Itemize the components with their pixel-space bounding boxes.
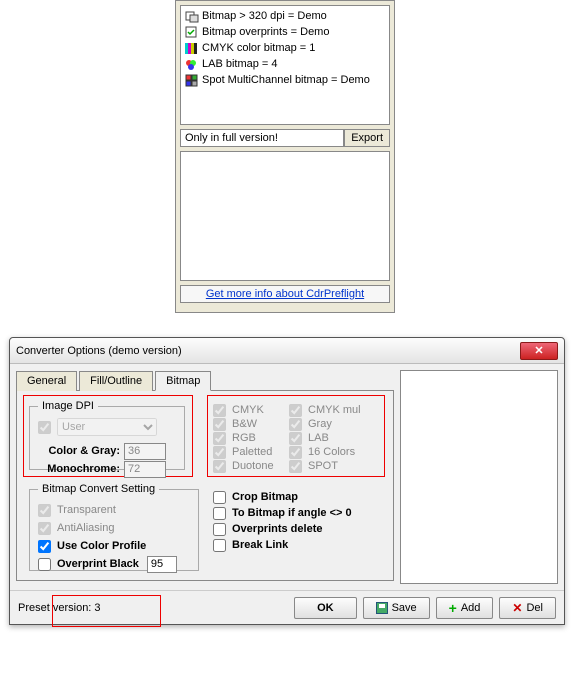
convert-setting-legend: Bitmap Convert Setting <box>38 483 159 495</box>
use-color-profile-checkbox[interactable] <box>38 540 51 553</box>
close-icon: ✕ <box>534 344 543 357</box>
colorspace-grid: CMYK CMYK mul B&W Gray RGB LAB Paletted … <box>213 403 373 473</box>
colors16-label: 16 Colors <box>308 446 355 458</box>
spot-checkbox[interactable] <box>289 460 302 473</box>
multichannel-icon <box>185 74 199 87</box>
del-button[interactable]: ✕Del <box>499 597 556 619</box>
overprints-delete-checkbox[interactable] <box>213 523 226 536</box>
overprint-black-checkbox[interactable] <box>38 558 51 571</box>
use-color-profile-label: Use Color Profile <box>57 540 146 552</box>
bw-label: B&W <box>232 418 257 430</box>
bitmap-right-options: Crop Bitmap To Bitmap if angle <> 0 Over… <box>213 489 352 553</box>
color-gray-field[interactable] <box>124 443 166 460</box>
list-item-label: Bitmap > 320 dpi = Demo <box>202 10 327 22</box>
gray-label: Gray <box>308 418 332 430</box>
overprints-delete-label: Overprints delete <box>232 523 322 535</box>
preview-area <box>400 370 558 584</box>
bitmap-resize-icon <box>185 10 199 23</box>
bitmap-convert-setting-group: Bitmap Convert Setting Transparent AntiA… <box>29 483 199 571</box>
lab-checkbox[interactable] <box>289 432 302 445</box>
list-item-label: Spot MultiChannel bitmap = Demo <box>202 74 370 86</box>
list-item-label: LAB bitmap = 4 <box>202 58 278 70</box>
color-gray-label: Color & Gray: <box>38 445 120 457</box>
export-button[interactable]: Export <box>344 129 390 147</box>
cmyk-mul-label: CMYK mul <box>308 404 361 416</box>
list-item[interactable]: CMYK color bitmap = 1 <box>185 40 385 56</box>
image-dpi-group: Image DPI User Color & Gray: Monochrome: <box>29 400 185 470</box>
more-info-link[interactable]: Get more info about CdrPreflight <box>206 288 364 300</box>
duotone-checkbox[interactable] <box>213 460 226 473</box>
cmyk-label: CMYK <box>232 404 264 416</box>
cmyk-checkbox[interactable] <box>213 404 226 417</box>
bitmap-tab-panel: Image DPI User Color & Gray: Monochrome: <box>16 391 394 581</box>
cmyk-swatch-icon <box>185 42 199 55</box>
lab-label: LAB <box>308 432 329 444</box>
monochrome-label: Monochrome: <box>38 463 120 475</box>
lab-swatch-icon <box>185 58 199 71</box>
overprint-black-label: Overprint Black <box>57 558 139 570</box>
list-item-label: Bitmap overprints = Demo <box>202 26 329 38</box>
break-link-checkbox[interactable] <box>213 539 226 552</box>
converter-options-dialog: Converter Options (demo version) ✕ Gener… <box>9 337 565 625</box>
colors16-checkbox[interactable] <box>289 446 302 459</box>
list-item[interactable]: Bitmap overprints = Demo <box>185 24 385 40</box>
dialog-footer: Preset version: 3 OK Save +Add ✕Del <box>10 590 564 624</box>
paletted-checkbox[interactable] <box>213 446 226 459</box>
export-preview-area <box>180 151 390 281</box>
info-link-row: Get more info about CdrPreflight <box>180 285 390 303</box>
to-bitmap-angle-label: To Bitmap if angle <> 0 <box>232 507 352 519</box>
antialiasing-label: AntiAliasing <box>57 522 114 534</box>
close-button[interactable]: ✕ <box>520 342 558 360</box>
tabs: General Fill/Outline Bitmap <box>16 370 394 391</box>
tab-bitmap[interactable]: Bitmap <box>155 371 211 391</box>
save-button[interactable]: Save <box>363 597 430 619</box>
to-bitmap-angle-checkbox[interactable] <box>213 507 226 520</box>
bitmap-link-icon <box>185 26 199 39</box>
bitmap-item-list: Bitmap > 320 dpi = Demo Bitmap overprint… <box>180 5 390 125</box>
add-button[interactable]: +Add <box>436 597 494 619</box>
titlebar[interactable]: Converter Options (demo version) ✕ <box>10 338 564 364</box>
transparent-label: Transparent <box>57 504 116 516</box>
x-icon: ✕ <box>512 601 522 615</box>
list-item[interactable]: LAB bitmap = 4 <box>185 56 385 72</box>
crop-bitmap-checkbox[interactable] <box>213 491 226 504</box>
list-item[interactable]: Spot MultiChannel bitmap = Demo <box>185 72 385 88</box>
transparent-checkbox[interactable] <box>38 504 51 517</box>
list-item[interactable]: Bitmap > 320 dpi = Demo <box>185 8 385 24</box>
overprint-black-field[interactable] <box>147 556 177 573</box>
save-icon <box>376 602 388 614</box>
break-link-label: Break Link <box>232 539 288 551</box>
preset-version-label: Preset version: 3 <box>18 602 101 614</box>
bw-checkbox[interactable] <box>213 418 226 431</box>
cdrpreflight-panel: Bitmap > 320 dpi = Demo Bitmap overprint… <box>175 0 395 313</box>
rgb-checkbox[interactable] <box>213 432 226 445</box>
window-title: Converter Options (demo version) <box>16 345 520 357</box>
duotone-label: Duotone <box>232 460 274 472</box>
tab-general[interactable]: General <box>16 371 77 391</box>
spot-label: SPOT <box>308 460 338 472</box>
tab-fill-outline[interactable]: Fill/Outline <box>79 371 153 391</box>
crop-bitmap-label: Crop Bitmap <box>232 491 298 503</box>
paletted-label: Paletted <box>232 446 272 458</box>
plus-icon: + <box>449 600 457 616</box>
dpi-mode-select[interactable]: User <box>57 418 157 436</box>
image-dpi-enable-checkbox[interactable] <box>38 421 51 434</box>
cmyk-mul-checkbox[interactable] <box>289 404 302 417</box>
rgb-label: RGB <box>232 432 256 444</box>
image-dpi-legend: Image DPI <box>38 400 98 412</box>
ok-button[interactable]: OK <box>294 597 357 619</box>
antialiasing-checkbox[interactable] <box>38 522 51 535</box>
only-full-version-label: Only in full version! <box>180 129 344 147</box>
monochrome-field[interactable] <box>124 461 166 478</box>
gray-checkbox[interactable] <box>289 418 302 431</box>
list-item-label: CMYK color bitmap = 1 <box>202 42 315 54</box>
